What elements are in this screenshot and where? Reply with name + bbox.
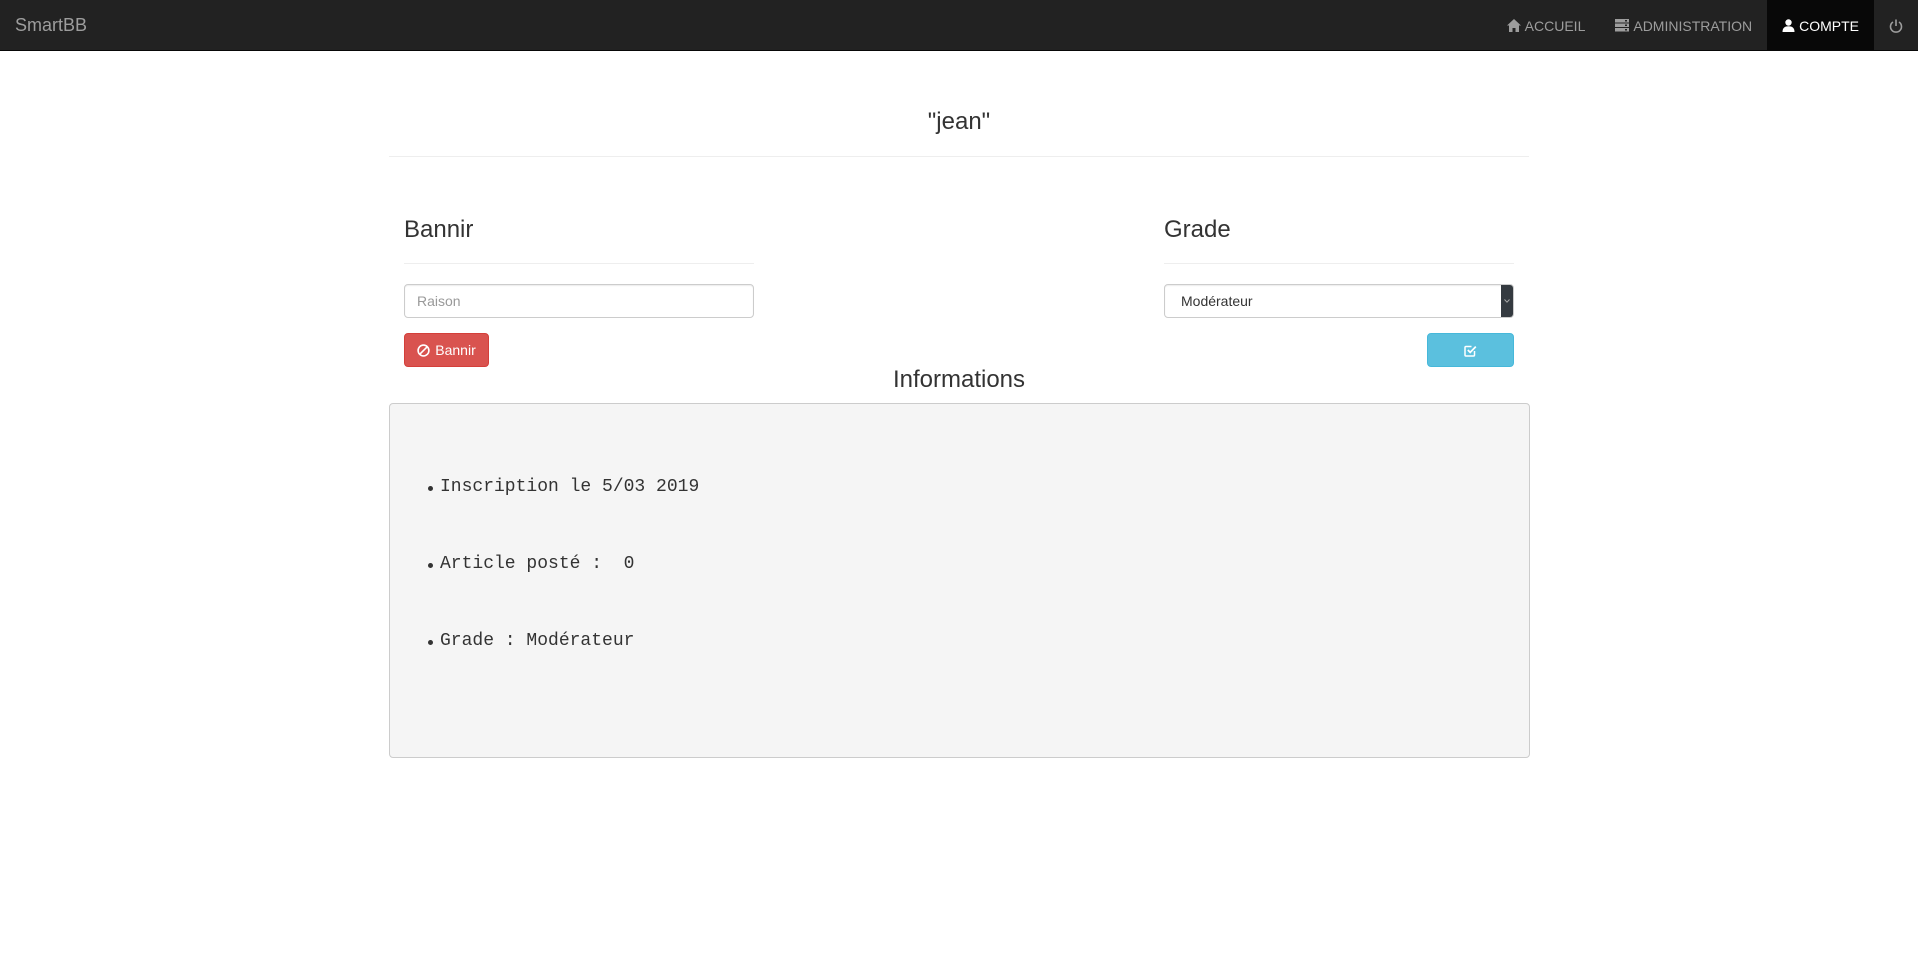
info-grade: Grade : Modérateur xyxy=(440,631,635,651)
brand-link[interactable]: SmartBB xyxy=(15,0,87,51)
nav-item-label: ACCUEIL xyxy=(1524,17,1586,34)
nav-item-administration[interactable]: ADMINISTRATION xyxy=(1600,0,1767,51)
title-divider xyxy=(389,156,1529,157)
ban-section-title: Bannir xyxy=(404,216,474,243)
top-navbar: SmartBB ACCUEIL ADMINISTRATION COMPTE xyxy=(0,0,1918,51)
bullet-icon xyxy=(428,486,433,491)
nav-item-label: COMPTE xyxy=(1799,17,1859,34)
informations-list: Inscription le 5/03 2019 Article posté :… xyxy=(428,476,699,707)
nav-item-compte[interactable]: COMPTE xyxy=(1767,0,1874,51)
grade-section-title: Grade xyxy=(1164,216,1231,243)
page-title: "jean" xyxy=(927,108,991,135)
ban-button-label: Bannir xyxy=(435,342,476,358)
chevron-down-icon[interactable] xyxy=(1501,285,1513,317)
bullet-icon xyxy=(428,640,433,645)
nav-item-label: ADMINISTRATION xyxy=(1633,17,1753,34)
nav-right: ACCUEIL ADMINISTRATION COMPTE xyxy=(1492,0,1918,51)
info-article-count: Article posté : 0 xyxy=(440,554,635,574)
grade-select[interactable]: Modérateur xyxy=(1164,284,1514,318)
grade-section-divider xyxy=(1164,263,1514,264)
power-icon xyxy=(1889,19,1903,33)
grade-submit-button[interactable] xyxy=(1427,333,1514,367)
ban-button[interactable]: Bannir xyxy=(404,333,489,367)
ban-section-divider xyxy=(404,263,754,264)
user-icon xyxy=(1782,19,1795,32)
logout-button[interactable] xyxy=(1874,0,1918,51)
bullet-icon xyxy=(428,563,433,568)
ban-icon xyxy=(417,343,430,357)
informations-title: Informations xyxy=(892,366,1026,393)
list-item: Article posté : 0 xyxy=(428,553,699,575)
nav-item-accueil[interactable]: ACCUEIL xyxy=(1492,0,1601,51)
check-square-icon xyxy=(1464,345,1477,357)
ban-reason-input[interactable] xyxy=(404,284,754,318)
info-registration: Inscription le 5/03 2019 xyxy=(440,477,700,497)
list-item: Grade : Modérateur xyxy=(428,630,699,652)
server-icon xyxy=(1615,19,1630,32)
list-item: Inscription le 5/03 2019 xyxy=(428,476,699,498)
informations-panel: Inscription le 5/03 2019 Article posté :… xyxy=(389,403,1530,758)
home-icon xyxy=(1506,19,1521,32)
grade-select-value: Modérateur xyxy=(1181,293,1253,309)
